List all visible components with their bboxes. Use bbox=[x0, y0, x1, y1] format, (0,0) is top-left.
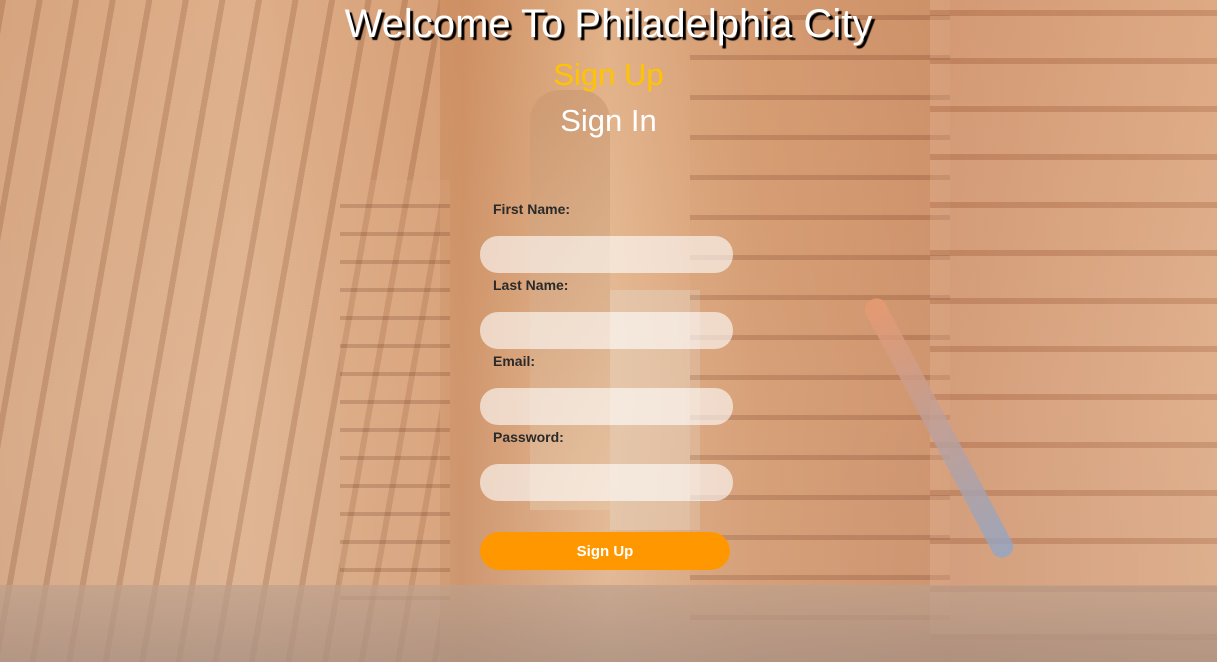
signup-submit-button[interactable]: Sign Up bbox=[480, 532, 730, 570]
signup-link[interactable]: Sign Up bbox=[0, 57, 1217, 93]
password-field[interactable] bbox=[480, 464, 733, 501]
first-name-field[interactable] bbox=[480, 236, 733, 273]
email-label: Email: bbox=[493, 353, 536, 369]
page-title: Welcome To Philadelphia City bbox=[344, 2, 873, 46]
password-label: Password: bbox=[493, 429, 564, 445]
last-name-label: Last Name: bbox=[493, 277, 569, 293]
last-name-field[interactable] bbox=[480, 312, 733, 349]
email-field[interactable] bbox=[480, 388, 733, 425]
first-name-label: First Name: bbox=[493, 201, 571, 217]
page-content: Welcome To Philadelphia City Sign Up Sig… bbox=[0, 0, 1217, 662]
signin-link[interactable]: Sign In bbox=[0, 103, 1217, 139]
